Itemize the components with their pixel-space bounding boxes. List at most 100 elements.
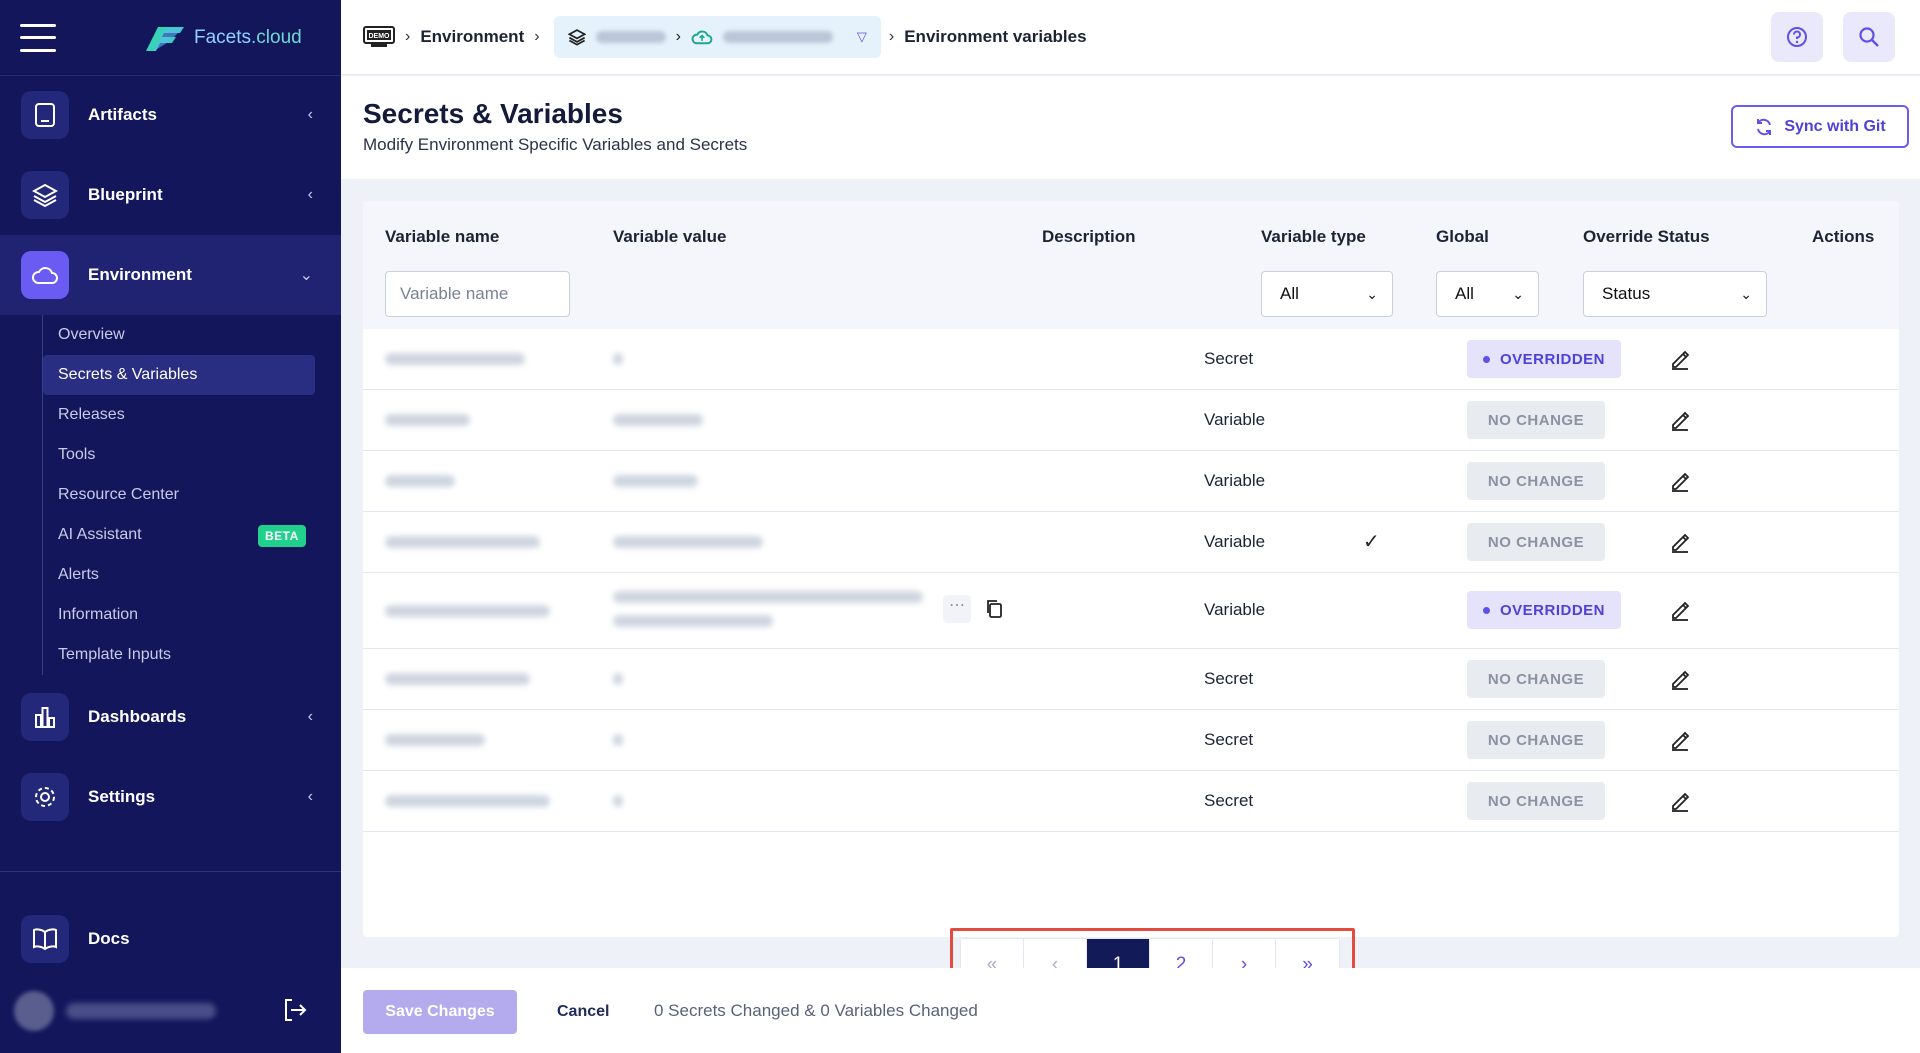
subnav-secrets-variables[interactable]: Secrets & Variables — [43, 355, 315, 395]
status-badge: OVERRIDDEN — [1467, 340, 1621, 378]
variable-value-redacted — [613, 414, 703, 426]
sidebar-item-environment[interactable]: Environment ⌄ — [0, 235, 341, 315]
edit-icon[interactable] — [1669, 409, 1691, 431]
status-badge: OVERRIDDEN — [1467, 591, 1621, 629]
sidebar: Facets.cloud Artifacts ‹ Blueprint ‹ Env… — [0, 0, 341, 1053]
sidebar-item-blueprint[interactable]: Blueprint ‹ — [0, 155, 341, 235]
environment-subnav: Overview Secrets & Variables Releases To… — [42, 315, 322, 675]
avatar — [14, 991, 54, 1031]
chevron-right-icon: › — [675, 28, 681, 45]
profile-name-redacted — [66, 1003, 216, 1019]
variable-type: Variable — [1204, 471, 1266, 490]
sync-with-git-button[interactable]: Sync with Git — [1731, 105, 1909, 148]
chevron-left-icon: ‹ — [307, 708, 313, 725]
sidebar-item-label: Dashboards — [88, 707, 187, 726]
sync-icon — [1757, 118, 1772, 135]
help-button[interactable] — [1771, 12, 1823, 62]
sidebar-item-label: Artifacts — [88, 105, 157, 124]
variable-name-filter[interactable] — [385, 271, 570, 317]
subnav-template-inputs[interactable]: Template Inputs — [43, 635, 322, 675]
chevron-left-icon: ‹ — [307, 788, 313, 805]
variable-type: Secret — [1204, 349, 1254, 368]
variable-name-redacted — [385, 605, 550, 617]
changes-summary: 0 Secrets Changed & 0 Variables Changed — [654, 1001, 978, 1020]
cancel-button[interactable]: Cancel — [557, 990, 609, 1034]
brand-logo: Facets.cloud — [144, 23, 302, 53]
chevron-right-icon: › — [534, 28, 540, 45]
edit-icon[interactable] — [1669, 531, 1691, 553]
subnav-tools[interactable]: Tools — [43, 435, 322, 475]
status-badge: NO CHANGE — [1467, 401, 1605, 439]
variable-name-redacted — [385, 353, 525, 365]
table-row: Variable ✓ NO CHANGE — [363, 512, 1899, 573]
sidebar-item-artifacts[interactable]: Artifacts ‹ — [0, 75, 341, 155]
global-filter[interactable]: All ⌄ — [1436, 271, 1539, 317]
sidebar-item-label: Blueprint — [88, 185, 163, 204]
sidebar-header: Facets.cloud — [0, 0, 341, 76]
edit-icon[interactable] — [1669, 470, 1691, 492]
page-subtitle: Modify Environment Specific Variables an… — [363, 135, 748, 154]
help-icon — [1787, 27, 1807, 47]
subnav-label: AI Assistant — [58, 526, 142, 543]
edit-icon[interactable] — [1669, 790, 1691, 812]
variable-type-filter[interactable]: All ⌄ — [1261, 271, 1393, 317]
beta-badge: BETA — [258, 525, 306, 547]
sidebar-item-dashboards[interactable]: Dashboards ‹ — [0, 677, 341, 757]
subnav-ai-assistant[interactable]: AI Assistant BETA — [43, 515, 322, 555]
brand-name: Facets.cloud — [194, 26, 302, 48]
sync-label: Sync with Git — [1784, 117, 1886, 135]
save-changes-button[interactable]: Save Changes — [363, 990, 517, 1034]
variable-value-redacted — [613, 353, 623, 365]
environment-selector[interactable]: › ▽ — [553, 16, 881, 58]
variable-type: Secret — [1204, 669, 1254, 688]
override-status-filter-value: Status — [1602, 284, 1651, 303]
subnav-alerts[interactable]: Alerts — [43, 555, 322, 595]
chevron-down-icon: ⌄ — [1740, 285, 1752, 302]
variable-type: Variable — [1204, 410, 1266, 429]
header-override-status: Override Status — [1583, 227, 1710, 246]
status-badge: NO CHANGE — [1467, 782, 1605, 820]
project-name-redacted — [595, 31, 666, 43]
header-global: Global — [1436, 227, 1489, 246]
table-row: Secret NO CHANGE — [363, 771, 1899, 832]
user-profile[interactable] — [14, 986, 329, 1036]
variable-value-redacted — [613, 673, 623, 685]
subnav-overview[interactable]: Overview — [43, 315, 322, 355]
sidebar-item-label: Environment — [88, 265, 192, 284]
logout-icon[interactable] — [281, 996, 309, 1024]
cloud-upload-icon — [691, 30, 713, 45]
header-variable-type: Variable type — [1261, 227, 1366, 246]
table-row: Secret NO CHANGE — [363, 710, 1899, 771]
variable-name-redacted — [385, 673, 530, 685]
breadcrumb-environment[interactable]: Environment — [420, 27, 524, 47]
menu-icon[interactable] — [20, 23, 56, 52]
table-row: ⋯ Variable OVERRIDDEN — [363, 573, 1899, 649]
edit-icon[interactable] — [1669, 348, 1691, 370]
subnav-information[interactable]: Information — [43, 595, 322, 635]
edit-icon[interactable] — [1669, 729, 1691, 751]
override-status-filter[interactable]: Status ⌄ — [1583, 271, 1767, 317]
copy-icon[interactable] — [985, 599, 1003, 619]
sidebar-item-label: Docs — [88, 929, 130, 948]
variable-name-redacted — [385, 475, 455, 487]
table-row: Secret NO CHANGE — [363, 649, 1899, 710]
global-filter-value: All — [1455, 284, 1474, 303]
variable-value-redacted — [613, 591, 923, 603]
header-actions: Actions — [1812, 227, 1875, 246]
variable-type: Secret — [1204, 730, 1254, 749]
variable-name-redacted — [385, 414, 470, 426]
more-icon[interactable]: ⋯ — [943, 595, 971, 623]
edit-icon[interactable] — [1669, 668, 1691, 690]
sidebar-item-label: Settings — [88, 787, 156, 806]
subnav-resource-center[interactable]: Resource Center — [43, 475, 322, 515]
sidebar-item-docs[interactable]: Docs — [0, 899, 341, 979]
table-header: Variable name Variable value Description… — [363, 201, 1899, 329]
sidebar-item-settings[interactable]: Settings ‹ — [0, 757, 341, 837]
variable-value-redacted — [613, 536, 763, 548]
main-content: Secrets & Variables Modify Environment S… — [341, 76, 1920, 1053]
search-button[interactable] — [1843, 12, 1895, 62]
chevron-right-icon: › — [888, 28, 895, 45]
edit-icon[interactable] — [1669, 599, 1691, 621]
dropdown-caret-icon[interactable]: ▽ — [857, 29, 867, 45]
subnav-releases[interactable]: Releases — [43, 395, 322, 435]
